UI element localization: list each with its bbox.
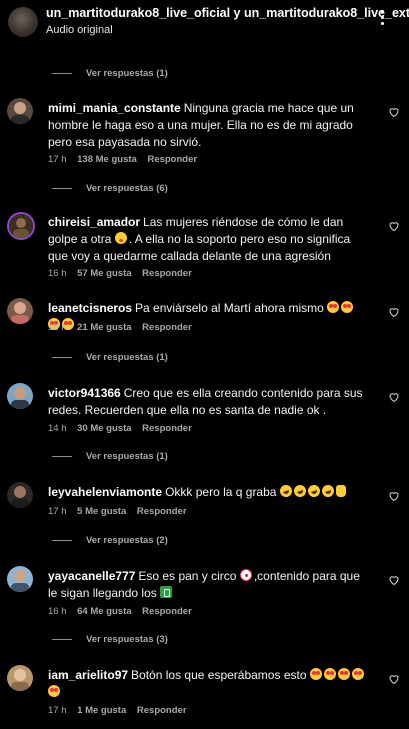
- comment-body: yayacanelle777 Eso es pan y circo ,conten…: [48, 568, 368, 602]
- replies-divider: [52, 188, 72, 189]
- comment-meta: 17 h 5 Me gusta Responder: [48, 506, 195, 517]
- like-heart-icon[interactable]: [388, 673, 400, 685]
- comment-time: 16 h: [48, 268, 67, 279]
- rofl-icon: [306, 483, 322, 499]
- comment-likes[interactable]: 5 Me gusta: [77, 506, 126, 517]
- like-heart-icon[interactable]: [388, 106, 400, 118]
- comment-username[interactable]: chireisi_amador: [48, 215, 140, 229]
- heart-eyes-icon: [323, 668, 336, 680]
- reply-button[interactable]: Responder: [142, 322, 192, 333]
- comment-meta: 16 h 21 Me gusta Responder: [48, 322, 200, 333]
- comment-text: Okkk pero la q graba: [165, 485, 277, 499]
- comment-text: Eso es pan y circo: [138, 569, 237, 583]
- account-avatar[interactable]: [8, 7, 38, 37]
- heart-eyes-icon: [341, 301, 354, 313]
- rofl-icon: [320, 483, 336, 499]
- heart-eyes-icon: [48, 685, 60, 697]
- replies-divider: [52, 73, 72, 74]
- like-heart-icon[interactable]: [388, 220, 400, 232]
- heart-eyes-icon: [351, 668, 364, 680]
- comment-time: 17 h: [48, 506, 67, 517]
- like-heart-icon[interactable]: [388, 306, 400, 318]
- replies-divider: [52, 540, 72, 541]
- reply-button[interactable]: Responder: [147, 154, 197, 165]
- comment-likes[interactable]: 138 Me gusta: [77, 154, 137, 165]
- heart-eyes-icon: [337, 668, 350, 680]
- money-icon: [160, 586, 173, 598]
- comment-username[interactable]: leanetcisneros: [48, 301, 132, 315]
- replies-divider: [52, 639, 72, 640]
- comment-time: 16 h: [48, 322, 67, 333]
- video-header: un_martitodurako8_live_oficial y un_mart…: [0, 0, 409, 48]
- comment-meta: 16 h 57 Me gusta Responder: [48, 268, 200, 279]
- comment-meta: 17 h 138 Me gusta Responder: [48, 154, 205, 165]
- comment-username[interactable]: victor941366: [48, 386, 121, 400]
- view-replies-button[interactable]: Ver respuestas (1): [52, 451, 168, 462]
- comment-meta: 17 h 1 Me gusta Responder: [48, 705, 195, 716]
- shushing-face-icon: [114, 232, 127, 244]
- rofl-icon: [292, 483, 308, 499]
- comment-body: victor941366 Creo que es ella creando con…: [48, 385, 368, 419]
- reply-button[interactable]: Responder: [142, 423, 192, 434]
- comment-time: 14 h: [48, 423, 67, 434]
- comment-username[interactable]: mimi_mania_constante: [48, 101, 181, 115]
- user-avatar[interactable]: [7, 383, 33, 409]
- comment-time: 17 h: [48, 705, 67, 716]
- audio-label[interactable]: Audio original: [46, 24, 113, 36]
- comment-likes[interactable]: 64 Me gusta: [77, 606, 131, 617]
- comment-body: leyvahelenviamonte Okkk pero la q graba: [48, 483, 368, 501]
- reply-button[interactable]: Responder: [137, 506, 187, 517]
- comment-text: Botón los que esperábamos esto: [131, 668, 307, 682]
- user-avatar[interactable]: [7, 566, 33, 592]
- user-avatar[interactable]: [7, 482, 33, 508]
- view-replies-button[interactable]: Ver respuestas (1): [52, 68, 168, 79]
- more-options-icon[interactable]: [377, 8, 389, 28]
- clown-face-icon: [239, 569, 252, 581]
- comment-time: 17 h: [48, 154, 67, 165]
- comment-text: Pa enviárselo al Martí ahora mismo: [135, 301, 324, 315]
- reply-button[interactable]: Responder: [142, 606, 192, 617]
- user-avatar[interactable]: [7, 665, 33, 691]
- comment-meta: 14 h 30 Me gusta Responder: [48, 423, 200, 434]
- view-replies-button[interactable]: Ver respuestas (1): [52, 352, 168, 363]
- rofl-icon: [278, 483, 294, 499]
- comment-likes[interactable]: 21 Me gusta: [77, 322, 131, 333]
- comment-username[interactable]: yayacanelle777: [48, 569, 135, 583]
- view-replies-button[interactable]: Ver respuestas (3): [52, 634, 168, 645]
- comment-body: iam_arielito97 Botón los que esperábamos …: [48, 667, 368, 701]
- ok-hand-icon: [335, 485, 346, 497]
- reply-button[interactable]: Responder: [142, 268, 192, 279]
- heart-eyes-icon: [309, 668, 322, 680]
- comment-username[interactable]: leyvahelenviamonte: [48, 485, 162, 499]
- like-heart-icon[interactable]: [388, 574, 400, 586]
- comment-likes[interactable]: 30 Me gusta: [77, 423, 131, 434]
- comment-time: 16 h: [48, 606, 67, 617]
- comment-body: chireisi_amador Las mujeres riéndose de c…: [48, 214, 368, 265]
- replies-divider: [52, 357, 72, 358]
- user-avatar[interactable]: [7, 212, 35, 240]
- user-avatar[interactable]: [7, 98, 33, 124]
- comment-likes[interactable]: 1 Me gusta: [77, 705, 126, 716]
- comment-meta: 16 h 64 Me gusta Responder: [48, 606, 200, 617]
- comment-likes[interactable]: 57 Me gusta: [77, 268, 131, 279]
- replies-divider: [52, 456, 72, 457]
- comment-username[interactable]: iam_arielito97: [48, 668, 128, 682]
- reply-button[interactable]: Responder: [137, 705, 187, 716]
- heart-eyes-icon: [327, 301, 340, 313]
- like-heart-icon[interactable]: [388, 391, 400, 403]
- user-avatar[interactable]: [7, 298, 33, 324]
- view-replies-button[interactable]: Ver respuestas (2): [52, 535, 168, 546]
- view-replies-button[interactable]: Ver respuestas (6): [52, 183, 168, 194]
- comment-body: mimi_mania_constante Ninguna gracia me ha…: [48, 100, 368, 151]
- like-heart-icon[interactable]: [388, 490, 400, 502]
- header-title[interactable]: un_martitodurako8_live_oficial y un_mart…: [46, 6, 409, 20]
